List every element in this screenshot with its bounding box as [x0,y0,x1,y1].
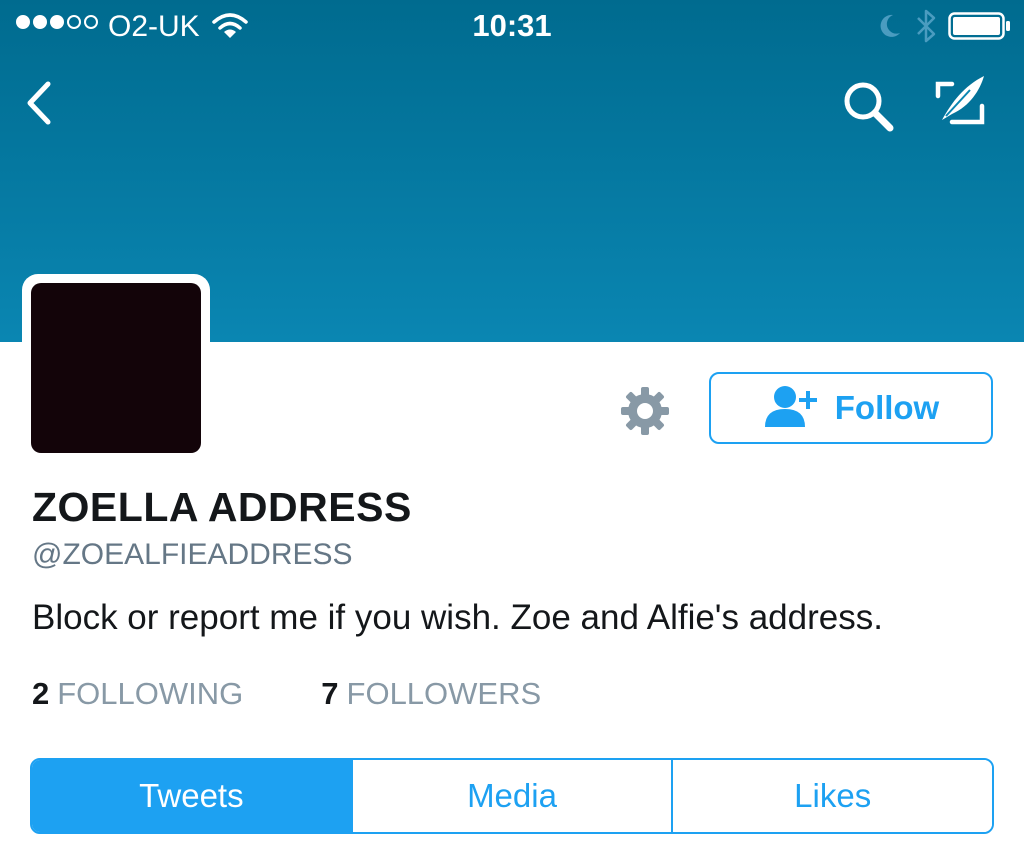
follow-button[interactable]: Follow [709,372,993,444]
avatar[interactable] [31,283,201,453]
followers-label: FOLLOWERS [346,676,542,711]
moon-icon [876,12,902,45]
tab-tweets[interactable]: Tweets [32,760,351,832]
following-label: FOLLOWING [57,676,244,711]
follow-button-label: Follow [834,389,940,426]
back-chevron-icon[interactable] [20,78,60,128]
tab-likes[interactable]: Likes [671,760,992,832]
profile-stats: 2 FOLLOWING 7 FOLLOWERS [32,676,541,712]
status-bar: O2-UK 10:31 [0,0,1024,52]
compose-tweet-icon[interactable] [930,72,990,132]
profile-tabs: Tweets Media Likes [30,758,994,834]
battery-icon [948,12,1012,45]
profile-handle: @ZOEALFIEADDRESS [32,538,353,571]
profile-bio: Block or report me if you wish. Zoe and … [32,598,883,637]
avatar-frame [22,274,210,462]
following-stat[interactable]: 2 FOLLOWING [32,676,243,712]
followers-count: 7 [321,676,339,711]
tab-media[interactable]: Media [350,760,672,832]
status-time: 10:31 [472,8,552,43]
search-icon[interactable] [840,78,896,134]
gear-icon[interactable] [618,384,672,438]
followers-stat[interactable]: 7 FOLLOWERS [321,676,541,712]
profile-name: ZOELLA ADDRESS [32,484,412,530]
add-user-icon [763,383,823,434]
following-count: 2 [32,676,50,711]
bluetooth-icon [914,8,938,49]
